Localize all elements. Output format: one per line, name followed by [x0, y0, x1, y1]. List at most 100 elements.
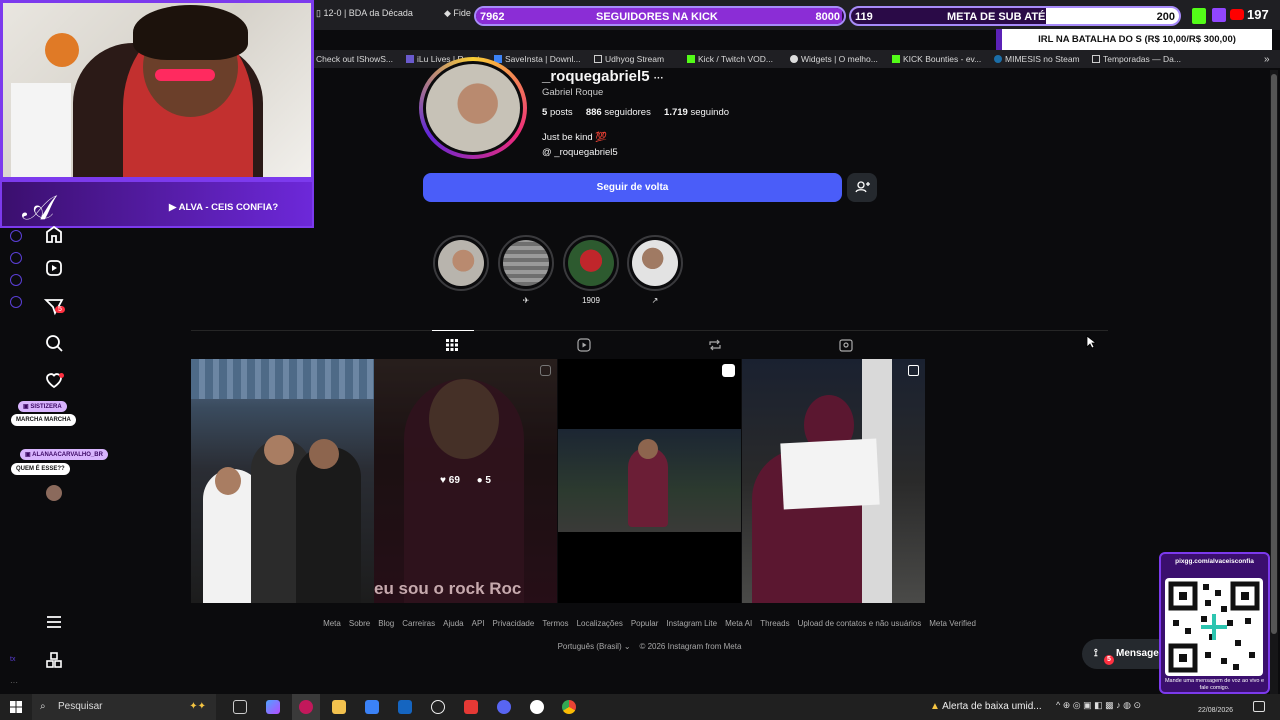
footer-link[interactable]: Upload de contatos e não usuários — [798, 619, 922, 628]
follow-back-button[interactable]: Seguir de volta — [423, 173, 842, 202]
settings-icon[interactable] — [10, 296, 22, 308]
suggested-users-button[interactable] — [847, 173, 877, 202]
app-red-icon[interactable] — [464, 700, 478, 714]
outlook-icon[interactable] — [398, 700, 412, 714]
footer-link[interactable]: Popular — [631, 619, 659, 628]
kick-icon — [1192, 8, 1206, 24]
footer-link[interactable]: Instagram Lite — [666, 619, 717, 628]
app-icon — [299, 700, 313, 714]
reels-icon[interactable] — [44, 258, 64, 278]
footer-link[interactable]: API — [472, 619, 485, 628]
threads-link[interactable]: @ _roquegabriel5 — [542, 147, 618, 158]
post-thumbnail[interactable] — [742, 359, 925, 603]
profile-avatar-small[interactable] — [46, 485, 62, 501]
chrome-icon[interactable] — [562, 700, 576, 714]
followers-label: seguidores — [604, 107, 651, 118]
weather-alert[interactable]: ▲ Alerta de baixa umid... — [930, 701, 1042, 712]
browser-tab[interactable]: ▯ 12-0 | BDA da Década — [316, 8, 413, 19]
language-selector[interactable]: Português (Brasil) ⌄ — [558, 642, 631, 651]
bookmark-item[interactable]: SaveInsta | Downl... — [494, 54, 580, 64]
system-tray-icons[interactable]: ^ ⊕ ◎ ▣ ◧ ▩ ♪ ◍ ⊙ — [1056, 700, 1141, 711]
sparkle-icon: ✦✦ — [189, 701, 206, 712]
followers-goal-bar: 7962 SEGUIDORES NA KICK 8000 — [474, 6, 846, 26]
bookmark-item[interactable]: Kick / Twitch VOD... — [687, 54, 773, 64]
extension-icon[interactable] — [10, 274, 22, 286]
post-thumbnail[interactable] — [191, 359, 374, 603]
extension-icon[interactable] — [10, 230, 22, 242]
tx-icon[interactable]: tx — [10, 656, 15, 663]
footer-link[interactable]: Privacidade — [493, 619, 535, 628]
page-scrollbar[interactable] — [1270, 70, 1278, 694]
chat-user-label: SISTIZERA — [30, 404, 62, 410]
tagged-icon[interactable] — [839, 338, 853, 352]
bookmarks-overflow-icon[interactable]: » — [1264, 54, 1270, 65]
followers-link[interactable]: 886 seguidores — [586, 107, 651, 118]
footer-link[interactable]: Blog — [378, 619, 394, 628]
more-options-icon[interactable]: ··· — [654, 73, 664, 84]
following-link[interactable]: 1.719 seguindo — [664, 107, 729, 118]
comments-count: 5 — [485, 475, 491, 486]
profile-avatar[interactable] — [419, 57, 527, 159]
footer-link[interactable]: Meta AI — [725, 619, 752, 628]
footer-link[interactable]: Meta — [323, 619, 341, 628]
bookmark-icon — [594, 55, 602, 63]
messages-badge: 5 — [55, 306, 65, 313]
more-dots-icon[interactable]: ··· — [10, 678, 18, 687]
task-view-icon[interactable] — [233, 700, 247, 714]
bookmark-item[interactable]: KICK Bounties - ev... — [892, 54, 981, 64]
following-number: 1.719 — [664, 107, 688, 118]
search-icon[interactable] — [44, 333, 64, 353]
profile-bio: Just be kind 💯 — [542, 132, 608, 143]
notification-center-icon[interactable] — [1253, 701, 1265, 712]
tab-label: Fide — [453, 8, 471, 18]
highlight-image — [632, 240, 678, 286]
stream-banner: 𝒜 ▶ ALVA - CEIS CONFIA? — [0, 180, 314, 228]
story-highlight[interactable] — [563, 235, 619, 291]
browser-tab[interactable]: ◆ Fide — [444, 8, 471, 19]
footer-link[interactable]: Carreiras — [402, 619, 435, 628]
obs-icon[interactable] — [431, 700, 445, 714]
posts-grid-icon[interactable] — [445, 338, 459, 352]
app-white-icon[interactable] — [530, 700, 544, 714]
messages-button-badge: 5 — [1104, 655, 1114, 665]
bookmark-item[interactable]: Widgets | O melho... — [790, 54, 878, 64]
windows-start-icon[interactable] — [10, 701, 22, 713]
post-thumbnail[interactable] — [558, 359, 741, 603]
footer-link[interactable]: Meta Verified — [929, 619, 976, 628]
posts-number: 5 — [542, 107, 548, 118]
bookmark-item[interactable]: Temporadas — Da... — [1092, 54, 1181, 64]
more-grid-icon[interactable] — [44, 650, 64, 670]
story-highlight[interactable] — [433, 235, 489, 291]
active-app-highlight[interactable] — [292, 694, 320, 720]
footer-link[interactable]: Localizações — [577, 619, 623, 628]
footer-link[interactable]: Sobre — [349, 619, 370, 628]
copilot-icon[interactable] — [266, 700, 280, 714]
footer-link[interactable]: Threads — [760, 619, 789, 628]
bookmark-item[interactable]: Udhyog Stream — [594, 54, 664, 64]
bookmark-item[interactable]: Check out IShowS... — [316, 54, 393, 64]
signature-logo: 𝒜 — [22, 188, 55, 228]
home-icon[interactable] — [44, 224, 64, 244]
bookmark-label: SaveInsta | Downl... — [505, 54, 581, 64]
post-caption-overlay: eu sou o rock Roc — [374, 579, 522, 598]
story-highlight[interactable] — [627, 235, 683, 291]
taskbar-search[interactable]: ⌕ Pesquisar ✦✦ — [32, 694, 216, 720]
discord-icon[interactable] — [497, 700, 511, 714]
menu-icon[interactable] — [44, 612, 64, 632]
file-explorer-icon[interactable] — [332, 700, 346, 714]
bookmark-label: Udhyog Stream — [605, 54, 665, 64]
story-highlight[interactable] — [498, 235, 554, 291]
footer-link[interactable]: Ajuda — [443, 619, 463, 628]
bookmark-item[interactable]: MIMESIS no Steam — [994, 54, 1080, 64]
reels-tab-icon[interactable] — [577, 338, 591, 352]
store-icon[interactable] — [365, 700, 379, 714]
qr-pattern — [1168, 581, 1260, 673]
scrollbar-thumb[interactable] — [1271, 74, 1277, 634]
reposts-icon[interactable] — [708, 338, 722, 352]
avatar-image — [426, 64, 520, 152]
username-text: _roquegabriel5 — [542, 68, 650, 85]
clock-icon[interactable] — [10, 252, 22, 264]
footer-link[interactable]: Termos — [542, 619, 568, 628]
post-thumbnail[interactable]: ♥ 69 ● 5 eu sou o rock Roc — [374, 359, 557, 603]
posts-count: 5 posts — [542, 107, 573, 118]
